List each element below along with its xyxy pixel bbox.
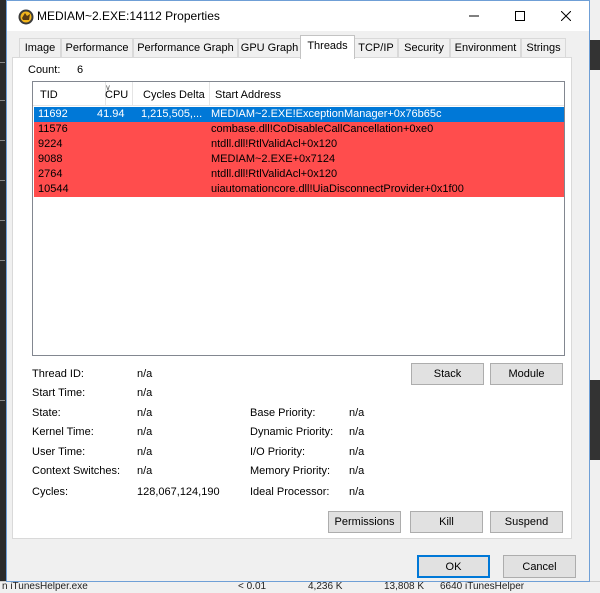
background-block <box>590 380 600 460</box>
tab-performance-graph[interactable]: Performance Graph <box>133 38 238 58</box>
thread-start-address: uiautomationcore.dll!UiaDisconnectProvid… <box>211 183 464 195</box>
background-cpu: < 0.01 <box>238 581 267 592</box>
threads-list[interactable]: TID CPU ∨ Cycles Delta Start Address 116… <box>32 81 565 356</box>
stack-button[interactable]: Stack <box>411 363 484 385</box>
background-private-bytes: 4,236 K <box>308 581 343 592</box>
kernel-time-label: Kernel Time: <box>32 426 94 438</box>
column-header-cycles-delta[interactable]: Cycles Delta <box>134 82 210 106</box>
state-label: State: <box>32 407 61 419</box>
ideal-processor-label: Ideal Processor: <box>250 486 330 498</box>
thread-start-address: MEDIAM~2.EXE!ExceptionManager+0x76b65c <box>211 108 442 120</box>
cycles-label: Cycles: <box>32 486 69 498</box>
ideal-processor-value: n/a <box>349 486 365 498</box>
thread-start-address: ntdll.dll!RtlValidAcl+0x120 <box>211 138 338 150</box>
context-switches-value: n/a <box>137 465 153 477</box>
thread-tid: 9088 <box>38 153 63 165</box>
close-icon <box>561 11 571 21</box>
thread-row[interactable]: 2764 ntdll.dll!RtlValidAcl+0x120 <box>34 167 564 182</box>
process-explorer-icon <box>18 9 34 25</box>
title-bar[interactable]: MEDIAM~2.EXE:14112 Properties <box>7 1 589 31</box>
tab-security[interactable]: Security <box>398 38 450 58</box>
tab-performance[interactable]: Performance <box>61 38 133 58</box>
thread-row[interactable]: 11576 combase.dll!CoDisableCallCancellat… <box>34 122 564 137</box>
maximize-icon <box>515 11 525 21</box>
thread-start-address: ntdll.dll!RtlValidAcl+0x120 <box>211 168 338 180</box>
background-process-name: n iTunesHelper.exe <box>2 581 88 592</box>
background-tick <box>0 62 5 63</box>
thread-tid: 10544 <box>38 183 69 195</box>
dynamic-priority-value: n/a <box>349 426 365 438</box>
column-header-start-address[interactable]: Start Address <box>210 82 564 106</box>
tab-image[interactable]: Image <box>19 38 61 58</box>
background-tick <box>0 400 5 401</box>
io-priority-value: n/a <box>349 446 365 458</box>
base-priority-value: n/a <box>349 407 365 419</box>
background-working-set: 13,808 K <box>384 581 425 592</box>
background-tick <box>0 180 5 181</box>
thread-start-address: combase.dll!CoDisableCallCancellation+0x… <box>211 123 434 135</box>
kill-button[interactable]: Kill <box>410 511 483 533</box>
permissions-button[interactable]: Permissions <box>328 511 401 533</box>
module-button[interactable]: Module <box>490 363 563 385</box>
sort-arrow-icon: ∨ <box>105 83 111 92</box>
memory-priority-value: n/a <box>349 465 365 477</box>
thread-start-address: MEDIAM~2.EXE+0x7124 <box>211 153 336 165</box>
tab-gpu-graph[interactable]: GPU Graph <box>238 38 301 58</box>
memory-priority-label: Memory Priority: <box>250 465 331 477</box>
thread-count-label: Count: <box>28 64 61 76</box>
thread-cpu: 41.94 <box>97 108 125 120</box>
state-value: n/a <box>137 407 153 419</box>
close-button[interactable] <box>543 1 589 31</box>
thread-row[interactable]: 10544 uiautomationcore.dll!UiaDisconnect… <box>34 182 564 197</box>
thread-tid: 9224 <box>38 138 63 150</box>
thread-cycles-delta: 1,215,505,... <box>141 108 203 120</box>
user-time-label: User Time: <box>32 446 86 458</box>
context-switches-label: Context Switches: <box>32 465 121 477</box>
kernel-time-value: n/a <box>137 426 153 438</box>
io-priority-label: I/O Priority: <box>250 446 306 458</box>
cancel-button[interactable]: Cancel <box>503 555 576 578</box>
background-tick <box>0 220 5 221</box>
tab-tcpip[interactable]: TCP/IP <box>354 38 398 58</box>
background-pid-description: 6640 iTunesHelper <box>440 581 525 592</box>
window-title: MEDIAM~2.EXE:14112 Properties <box>37 9 220 23</box>
background-tick <box>0 100 5 101</box>
thread-id-label: Thread ID: <box>32 368 84 380</box>
thread-count-value: 6 <box>77 64 84 76</box>
background-tick <box>0 260 5 261</box>
background-tick <box>0 140 5 141</box>
dynamic-priority-label: Dynamic Priority: <box>250 426 334 438</box>
minimize-icon <box>469 15 479 17</box>
thread-tid: 2764 <box>38 168 63 180</box>
ok-button[interactable]: OK <box>417 555 490 578</box>
thread-row[interactable]: 9224 ntdll.dll!RtlValidAcl+0x120 <box>34 137 564 152</box>
user-time-value: n/a <box>137 446 153 458</box>
background-window-right <box>590 0 600 593</box>
thread-tid: 11576 <box>38 123 68 135</box>
maximize-button[interactable] <box>497 1 543 31</box>
tab-threads[interactable]: Threads <box>300 35 355 59</box>
thread-id-value: n/a <box>137 368 153 380</box>
background-process-row: n iTunesHelper.exe < 0.01 4,236 K 13,808… <box>0 581 600 593</box>
start-time-label: Start Time: <box>32 387 86 399</box>
background-block <box>590 40 600 70</box>
threads-list-header: TID CPU ∨ Cycles Delta Start Address <box>33 82 564 106</box>
column-header-tid[interactable]: TID <box>33 82 106 106</box>
base-priority-label: Base Priority: <box>250 407 316 419</box>
tab-strings[interactable]: Strings <box>521 38 566 58</box>
tab-environment[interactable]: Environment <box>450 38 521 58</box>
thread-row[interactable]: 11692 41.94 1,215,505,... MEDIAM~2.EXE!E… <box>34 107 564 122</box>
start-time-value: n/a <box>137 387 153 399</box>
minimize-button[interactable] <box>451 1 497 31</box>
thread-row[interactable]: 9088 MEDIAM~2.EXE+0x7124 <box>34 152 564 167</box>
thread-tid: 11692 <box>38 108 68 120</box>
cycles-value: 128,067,124,190 <box>137 486 220 498</box>
suspend-button[interactable]: Suspend <box>490 511 563 533</box>
